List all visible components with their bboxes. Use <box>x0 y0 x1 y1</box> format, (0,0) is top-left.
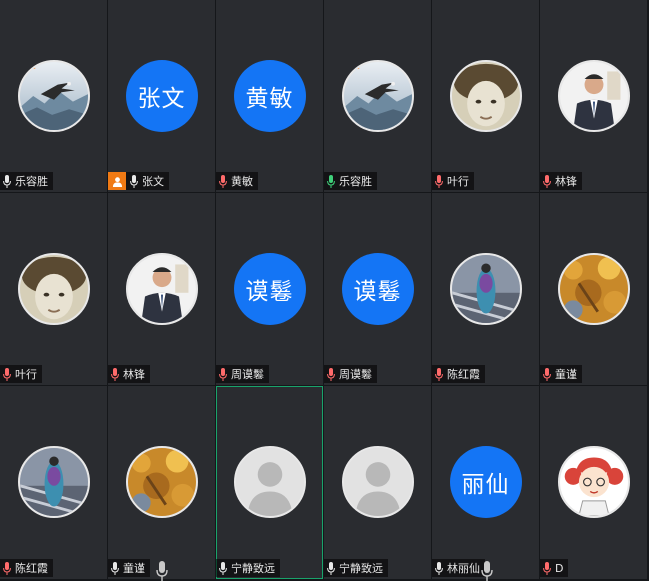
man-in-suit-avatar <box>125 253 198 325</box>
boy-portrait-sepia-avatar <box>17 253 90 325</box>
participant-tile[interactable]: 黄敏 黄敏 <box>216 0 323 192</box>
participant-name: 乐容胜 <box>339 175 372 188</box>
participant-name: 陈红霞 <box>447 368 480 381</box>
participant-name: 周谟鬈 <box>231 368 264 381</box>
mic-icon <box>111 561 119 575</box>
participant-name: 林锋 <box>123 368 145 381</box>
mic-muted-icon <box>3 367 11 381</box>
cartoon-girl-avatar <box>557 446 630 518</box>
participant-name: 宁静致远 <box>339 562 383 575</box>
participant-nameplate: 叶行 <box>432 172 474 190</box>
participant-tile[interactable]: 叶行 <box>432 0 539 192</box>
mic-muted-icon <box>3 561 11 575</box>
participant-tile[interactable]: 宁静致远 <box>324 386 431 579</box>
participant-tile[interactable]: D <box>540 386 647 579</box>
participant-nameplate: 陈红霞 <box>432 365 485 383</box>
mic-muted-icon <box>435 174 443 188</box>
participant-nameplate: 林锋 <box>540 172 582 190</box>
mic-muted-icon <box>435 367 443 381</box>
participant-nameplate: 陈红霞 <box>0 559 53 577</box>
avatar-initials: 谟鬈 <box>341 253 414 325</box>
avatar-initials: 黄敏 <box>233 60 306 132</box>
mic-icon <box>130 174 138 188</box>
participant-nameplate: 童谨 <box>108 559 150 577</box>
participant-tile[interactable]: 林锋 <box>540 0 647 192</box>
mic-icon <box>327 174 335 188</box>
participant-name: 周谟鬈 <box>339 368 372 381</box>
floating-mic-icon-2[interactable] <box>481 561 493 581</box>
participant-name: 叶行 <box>447 175 469 188</box>
mic-muted-icon <box>543 367 551 381</box>
default-person-avatar <box>341 446 414 518</box>
participant-name: D <box>555 561 564 575</box>
mic-muted-icon <box>327 367 335 381</box>
participant-tile[interactable]: 童谨 <box>108 386 215 579</box>
floating-mic-icon[interactable] <box>156 561 168 581</box>
mic-icon <box>219 561 227 575</box>
participant-nameplate: 张文 <box>108 172 169 190</box>
participant-nameplate: 宁静致远 <box>216 559 280 577</box>
boy-portrait-sepia-avatar <box>449 60 522 132</box>
participant-nameplate: 叶行 <box>0 365 42 383</box>
mic-icon <box>3 174 11 188</box>
participant-tile[interactable]: 乐容胜 <box>0 0 107 192</box>
mic-muted-icon <box>543 561 551 575</box>
autumn-leaves-avatar <box>557 253 630 325</box>
participant-tile[interactable]: 陈红霞 <box>432 193 539 385</box>
participant-tile[interactable]: 叶行 <box>0 193 107 385</box>
mic-muted-icon <box>219 174 227 188</box>
participant-name: 林锋 <box>555 175 577 188</box>
eagle-landscape-avatar <box>341 60 414 132</box>
man-in-suit-avatar <box>557 60 630 132</box>
participant-nameplate: 童谨 <box>540 365 582 383</box>
participant-tile[interactable]: 张文 张文 <box>108 0 215 192</box>
colorful-figure-avatar <box>17 446 90 518</box>
participant-name: 乐容胜 <box>15 175 48 188</box>
participant-name: 陈红霞 <box>15 562 48 575</box>
host-icon <box>108 172 126 190</box>
participant-name: 黄敏 <box>231 175 253 188</box>
autumn-leaves-avatar <box>125 446 198 518</box>
avatar-initials: 谟鬈 <box>233 253 306 325</box>
colorful-figure-avatar <box>449 253 522 325</box>
participant-name: 宁静致远 <box>231 562 275 575</box>
participant-name: 童谨 <box>123 562 145 575</box>
participant-tile[interactable]: 谟鬈 周谟鬈 <box>216 193 323 385</box>
participant-nameplate: D <box>540 559 569 577</box>
participant-nameplate: 林丽仙 <box>432 559 485 577</box>
participant-nameplate: 乐容胜 <box>324 172 377 190</box>
participant-name: 林丽仙 <box>447 562 480 575</box>
avatar-initials: 张文 <box>125 60 198 132</box>
participant-name: 张文 <box>142 175 164 188</box>
participant-nameplate: 林锋 <box>108 365 150 383</box>
participant-grid: 乐容胜 张文 张文 黄敏 黄敏 乐容胜 叶行 林锋 叶行 林锋 谟鬈 周谟鬈 谟鬈 周谟鬈 陈红霞 童谨 陈红霞… <box>0 0 649 581</box>
participant-tile[interactable]: 林锋 <box>108 193 215 385</box>
mic-muted-icon <box>543 174 551 188</box>
participant-tile[interactable]: 童谨 <box>540 193 647 385</box>
eagle-landscape-avatar <box>17 60 90 132</box>
participant-nameplate: 乐容胜 <box>0 172 53 190</box>
mic-muted-icon <box>111 367 119 381</box>
participant-name: 童谨 <box>555 368 577 381</box>
mic-icon <box>435 561 443 575</box>
participant-tile[interactable]: 乐容胜 <box>324 0 431 192</box>
participant-name: 叶行 <box>15 368 37 381</box>
participant-tile[interactable]: 丽仙 林丽仙 <box>432 386 539 579</box>
participant-nameplate: 宁静致远 <box>324 559 388 577</box>
avatar-initials: 丽仙 <box>449 446 522 518</box>
mic-muted-icon <box>219 367 227 381</box>
participant-nameplate: 周谟鬈 <box>324 365 377 383</box>
participant-tile[interactable]: 谟鬈 周谟鬈 <box>324 193 431 385</box>
participant-nameplate: 黄敏 <box>216 172 258 190</box>
participant-tile[interactable]: 宁静致远 <box>216 386 323 579</box>
participant-tile[interactable]: 陈红霞 <box>0 386 107 579</box>
participant-nameplate: 周谟鬈 <box>216 365 269 383</box>
default-person-avatar <box>233 446 306 518</box>
mic-icon <box>327 561 335 575</box>
